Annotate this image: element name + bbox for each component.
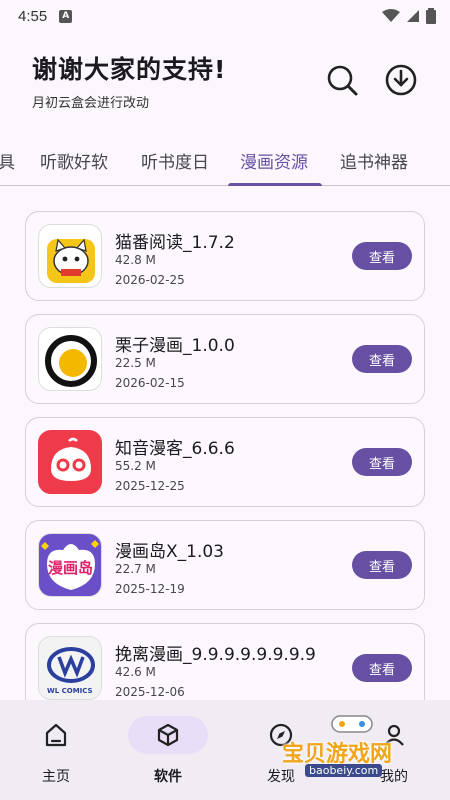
nav-active-indicator: [128, 716, 208, 754]
app-date: 2025-12-06: [115, 685, 185, 699]
tab-novels[interactable]: 追书神器: [340, 148, 408, 173]
app-size: 22.7 M: [115, 562, 156, 576]
home-icon: [45, 723, 67, 747]
list-item[interactable]: 知音漫客_6.6.6 55.2 M 2025-12-25 查看: [25, 417, 425, 507]
app-icon-text: WL COMICS: [47, 687, 93, 695]
app-icon-wanli: WL COMICS: [38, 636, 102, 700]
app-name: 知音漫客_6.6.6: [115, 439, 235, 459]
tab-indicator: [228, 183, 322, 186]
nav-label: 主页: [42, 769, 70, 785]
search-icon: [327, 65, 358, 96]
notification-a-icon: A: [59, 9, 73, 23]
page-subtitle: 月初云盒会进行改动: [32, 96, 150, 111]
gamepad-icon: [331, 715, 373, 733]
view-button[interactable]: 查看: [352, 345, 412, 373]
cube-icon: [157, 723, 179, 747]
app-name: 漫画岛X_1.03: [115, 542, 224, 562]
tab-audiobooks[interactable]: 听书度日: [141, 148, 209, 173]
signal-icon: [407, 10, 419, 22]
view-button[interactable]: 查看: [352, 448, 412, 476]
view-button[interactable]: 查看: [352, 654, 412, 682]
nav-home[interactable]: 主页: [16, 716, 96, 786]
app-icon-manhuadao: 漫画岛: [38, 533, 102, 597]
tab-music[interactable]: 听歌好软: [40, 148, 108, 173]
tab-bar: 具 听歌好软 听书度日 漫画资源 追书神器: [0, 140, 450, 186]
app-name: 挽离漫画_9.9.9.9.9.9.9.9: [115, 645, 316, 665]
app-icon-lizi: [38, 327, 102, 391]
app-size: 42.6 M: [115, 665, 156, 679]
app-date: 2025-12-25: [115, 479, 185, 493]
page-title: 谢谢大家的支持!: [32, 55, 227, 84]
app-date: 2026-02-15: [115, 376, 185, 390]
list-item[interactable]: 漫画岛 漫画岛X_1.03 22.7 M 2025-12-19 查看: [25, 520, 425, 610]
app-date: 2025-12-19: [115, 582, 185, 596]
app-date: 2026-02-25: [115, 273, 185, 287]
list-item[interactable]: 猫番阅读_1.7.2 42.8 M 2026-02-25 查看: [25, 211, 425, 301]
header: 谢谢大家的支持! 月初云盒会进行改动: [32, 50, 422, 120]
app-icon-zhiyin: [38, 430, 102, 494]
status-time: 4:55: [18, 7, 48, 25]
nav-software[interactable]: 软件: [128, 716, 208, 786]
app-icon-maofan: [38, 224, 102, 288]
download-icon: [385, 64, 417, 96]
app-size: 55.2 M: [115, 459, 156, 473]
nav-label: 软件: [154, 769, 182, 785]
download-button[interactable]: [383, 62, 419, 98]
app-name: 栗子漫画_1.0.0: [115, 336, 235, 356]
view-button[interactable]: 查看: [352, 242, 412, 270]
view-button[interactable]: 查看: [352, 551, 412, 579]
app-size: 22.5 M: [115, 356, 156, 370]
app-list: 猫番阅读_1.7.2 42.8 M 2026-02-25 查看 栗子漫画_1.0…: [25, 211, 425, 726]
tab-tools[interactable]: 具: [0, 148, 15, 173]
app-name: 猫番阅读_1.7.2: [115, 233, 235, 253]
watermark: 宝贝游戏网 baobeiy.com: [272, 712, 442, 782]
wifi-icon: [382, 9, 400, 22]
app-icon-text: 漫画岛: [48, 559, 94, 577]
status-bar: 4:55 A: [0, 0, 450, 32]
app-size: 42.8 M: [115, 253, 156, 267]
tab-comics[interactable]: 漫画资源: [240, 148, 308, 173]
watermark-url: baobeiy.com: [305, 764, 383, 777]
search-button[interactable]: [324, 62, 360, 98]
list-item[interactable]: 栗子漫画_1.0.0 22.5 M 2026-02-15 查看: [25, 314, 425, 404]
battery-icon: [426, 8, 436, 24]
